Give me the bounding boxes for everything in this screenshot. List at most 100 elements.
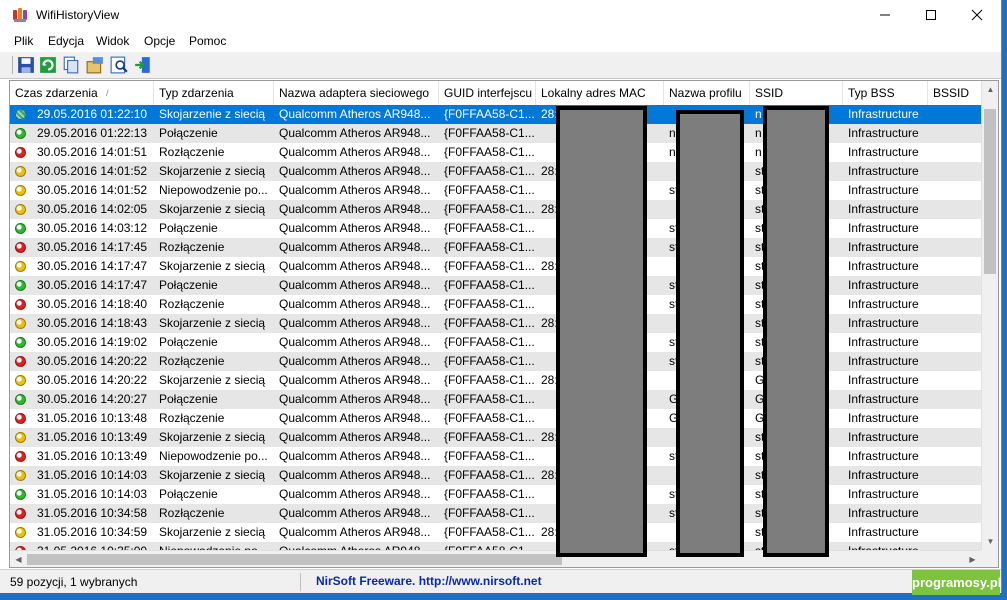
menu-bar: Plik Edycja Widok Opcje Pomoc <box>0 30 1001 53</box>
cell-bssid <box>928 200 981 219</box>
column-header-profile[interactable]: Nazwa profilu <box>664 81 750 105</box>
cell-type: Połączenie <box>159 221 218 235</box>
cell-adapter: Qualcomm Atheros AR948... <box>279 525 431 539</box>
close-button[interactable] <box>954 0 1000 30</box>
table-row[interactable]: 30.05.2016 14:01:52 Niepowodzenie po... Qu… <box>10 181 981 200</box>
cell-bssid <box>928 238 981 257</box>
cell-bssid <box>928 314 981 333</box>
cell-time: 30.05.2016 14:17:47 <box>37 278 148 292</box>
cell-bssid <box>928 485 981 504</box>
find-icon[interactable] <box>110 56 128 74</box>
status-dot-icon <box>15 508 26 519</box>
table-row[interactable]: 30.05.2016 14:03:12 Połączenie Qualcomm At… <box>10 219 981 238</box>
column-header-type[interactable]: Typ zdarzenia <box>154 81 274 105</box>
cell-bss: Infrastructure <box>848 449 919 463</box>
horizontal-scrollbar[interactable]: ◀ ▶ <box>10 550 981 567</box>
table-row[interactable]: 31.05.2016 10:13:49 Skojarzenie z siecią Q… <box>10 428 981 447</box>
status-dot-icon <box>15 299 26 310</box>
maximize-button[interactable] <box>908 0 954 30</box>
table-row[interactable]: 30.05.2016 14:02:05 Skojarzenie z siecią Q… <box>10 200 981 219</box>
scroll-left-icon[interactable]: ◀ <box>10 551 27 567</box>
cell-adapter: Qualcomm Atheros AR948... <box>279 126 431 140</box>
table-row[interactable]: 30.05.2016 14:17:45 Rozłączenie Qualcomm A… <box>10 238 981 257</box>
column-header-guid[interactable]: GUID interfejscu <box>439 81 536 105</box>
refresh-icon[interactable] <box>39 56 57 74</box>
table-row[interactable]: 31.05.2016 10:34:58 Rozłączenie Qualcomm A… <box>10 504 981 523</box>
table-row[interactable]: 30.05.2016 14:18:40 Rozłączenie Qualcomm A… <box>10 295 981 314</box>
menu-pomoc[interactable]: Pomoc <box>189 34 226 48</box>
table-row[interactable]: 31.05.2016 10:35:00Niepowodzenie po...Qu… <box>10 542 981 550</box>
menu-widok[interactable]: Widok <box>96 34 129 48</box>
table-row[interactable]: 30.05.2016 14:20:27 Połączenie Qualcomm At… <box>10 390 981 409</box>
menu-plik[interactable]: Plik <box>14 34 33 48</box>
cell-time: 30.05.2016 14:20:27 <box>37 392 148 406</box>
event-list[interactable]: Czas zdarzenia / Typ zdarzenia Nazwa adap… <box>9 80 999 568</box>
nirsoft-link[interactable]: NirSoft Freeware. http://www.nirsoft.net <box>316 574 542 588</box>
vertical-scroll-thumb[interactable] <box>984 109 996 274</box>
column-label: Nazwa adaptera sieciowego <box>279 86 430 100</box>
table-row[interactable]: 30.05.2016 14:20:22 Skojarzenie z siecią Q… <box>10 371 981 390</box>
cell-time: 31.05.2016 10:14:03 <box>37 468 148 482</box>
title-bar[interactable]: WifiHistoryView <box>0 0 1001 30</box>
status-bar: 59 pozycji, 1 wybranych NirSoft Freeware… <box>0 569 1001 593</box>
column-header-bss-type[interactable]: Typ BSS <box>843 81 928 105</box>
cell-bssid <box>928 447 981 466</box>
table-row[interactable]: 29.05.2016 01:22:10 Skojarzenie z siecią Q… <box>10 105 981 124</box>
menu-opcje[interactable]: Opcje <box>144 34 175 48</box>
properties-icon[interactable] <box>86 56 104 74</box>
save-icon[interactable] <box>17 56 35 74</box>
exit-icon[interactable] <box>134 56 152 74</box>
cell-guid: {F0FFAA58-C1... <box>444 259 535 273</box>
cell-time: 30.05.2016 14:18:43 <box>37 316 148 330</box>
table-row[interactable]: 31.05.2016 10:14:03 Skojarzenie z siecią Q… <box>10 466 981 485</box>
scroll-down-icon[interactable]: ▼ <box>982 533 998 550</box>
menu-edycja[interactable]: Edycja <box>48 34 84 48</box>
cell-time: 30.05.2016 14:17:45 <box>37 240 148 254</box>
cell-adapter: Qualcomm Atheros AR948... <box>279 373 431 387</box>
cell-bss: Infrastructure <box>848 392 919 406</box>
cell-adapter: Qualcomm Atheros AR948... <box>279 487 431 501</box>
table-row[interactable]: 29.05.2016 01:22:13 Połączenie Qualcomm At… <box>10 124 981 143</box>
scroll-up-icon[interactable]: ▲ <box>982 81 998 98</box>
table-row[interactable]: 31.05.2016 10:13:49 Niepowodzenie po... Qu… <box>10 447 981 466</box>
table-row[interactable]: 31.05.2016 10:13:48 Rozłączenie Qualcomm A… <box>10 409 981 428</box>
table-row[interactable]: 30.05.2016 14:20:22 Rozłączenie Qualcomm A… <box>10 352 981 371</box>
cell-type: Połączenie <box>159 335 218 349</box>
column-header-adapter[interactable]: Nazwa adaptera sieciowego <box>274 81 439 105</box>
cell-adapter: Qualcomm Atheros AR948... <box>279 240 431 254</box>
cell-time: 31.05.2016 10:13:49 <box>37 449 148 463</box>
column-header-mac[interactable]: Lokalny adres MAC <box>536 81 664 105</box>
table-row[interactable]: 31.05.2016 10:34:59 Skojarzenie z siecią Q… <box>10 523 981 542</box>
cell-guid: {F0FFAA58-C1... <box>444 183 535 197</box>
column-label: Nazwa profilu <box>669 86 742 100</box>
cell-guid: {F0FFAA58-C1... <box>444 506 535 520</box>
table-row[interactable]: 30.05.2016 14:18:43 Skojarzenie z siecią Q… <box>10 314 981 333</box>
cell-type: Skojarzenie z siecią <box>159 259 266 273</box>
cell-adapter: Qualcomm Atheros AR948... <box>279 259 431 273</box>
vertical-scrollbar[interactable]: ▲ ▼ <box>981 81 998 550</box>
minimize-button[interactable] <box>862 0 908 30</box>
horizontal-scroll-thumb[interactable] <box>27 554 562 565</box>
cell-time: 31.05.2016 10:13:48 <box>37 411 148 425</box>
scroll-right-icon[interactable]: ▶ <box>964 551 981 567</box>
status-dot-icon <box>15 261 26 272</box>
cell-guid: {F0FFAA58-C1... <box>444 297 535 311</box>
table-row[interactable]: 30.05.2016 14:17:47 Skojarzenie z siecią Q… <box>10 257 981 276</box>
table-row[interactable]: 30.05.2016 14:17:47 Połączenie Qualcomm At… <box>10 276 981 295</box>
cell-adapter: Qualcomm Atheros AR948... <box>279 354 431 368</box>
column-header-time[interactable]: Czas zdarzenia / <box>10 81 154 105</box>
cell-guid: {F0FFAA58-C1... <box>439 542 536 550</box>
table-row[interactable]: 30.05.2016 14:01:52 Skojarzenie z siecią Q… <box>10 162 981 181</box>
column-header-ssid[interactable]: SSID <box>750 81 843 105</box>
cell-guid: {F0FFAA58-C1... <box>444 240 535 254</box>
table-row[interactable]: 30.05.2016 14:19:02 Połączenie Qualcomm At… <box>10 333 981 352</box>
copy-icon[interactable] <box>62 56 80 74</box>
table-row[interactable]: 31.05.2016 10:14:03 Połączenie Qualcomm At… <box>10 485 981 504</box>
cell-time: 30.05.2016 14:20:22 <box>37 354 148 368</box>
cell-guid: {F0FFAA58-C1... <box>444 202 535 216</box>
table-row[interactable]: 30.05.2016 14:01:51 Rozłączenie Qualcomm A… <box>10 143 981 162</box>
cell-time: 30.05.2016 14:18:40 <box>37 297 148 311</box>
cell-time: 31.05.2016 10:34:58 <box>37 506 148 520</box>
status-dot-icon <box>15 451 26 462</box>
cell-time: 30.05.2016 14:01:52 <box>37 183 148 197</box>
